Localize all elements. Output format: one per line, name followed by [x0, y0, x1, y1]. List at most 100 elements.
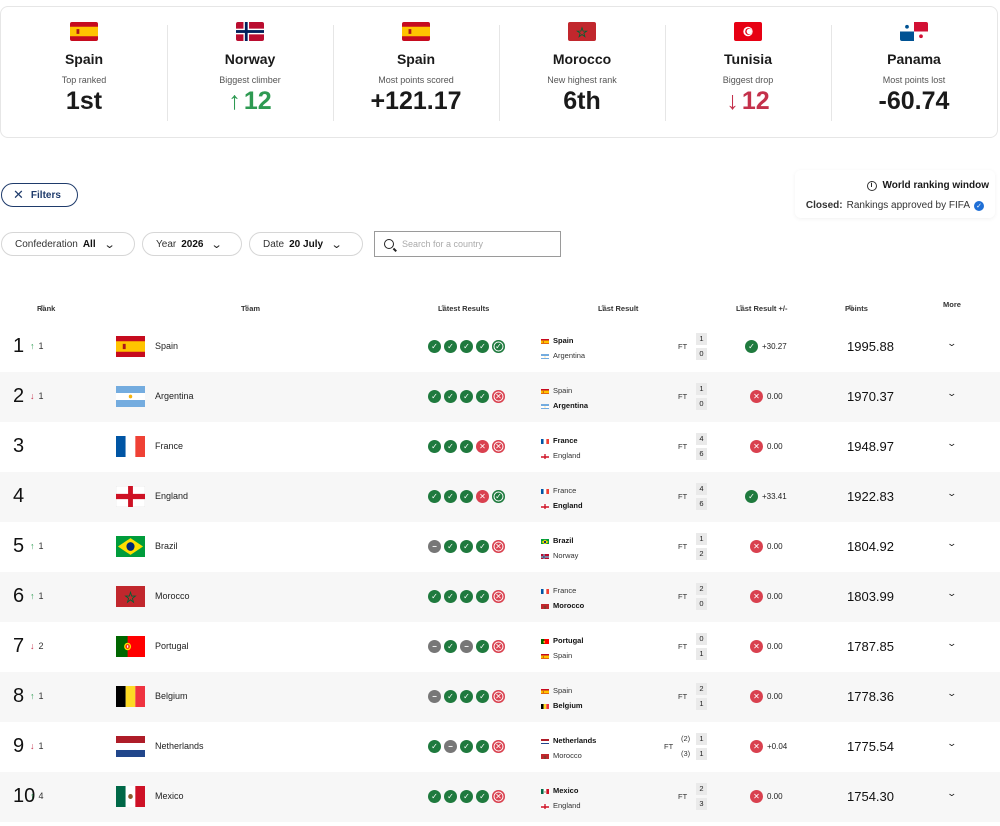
win-icon[interactable]: ✓: [428, 440, 441, 453]
chevron-down-icon[interactable]: ⌄: [946, 438, 957, 449]
loss-last-icon[interactable]: ✕: [492, 590, 505, 603]
team-name[interactable]: Morocco: [155, 591, 190, 601]
chevron-down-icon[interactable]: ⌄: [946, 738, 957, 749]
win-icon[interactable]: ✓: [476, 790, 489, 803]
draw-icon[interactable]: −: [428, 690, 441, 703]
win-icon[interactable]: ✓: [460, 790, 473, 803]
table-row[interactable]: 1 ↑ 1 Spain ✓ ✓ ✓ ✓ ✓ Spain Argentina FT 1 0 …: [0, 322, 1000, 372]
loss-last-icon[interactable]: ✕: [492, 540, 505, 553]
home-score: 2: [696, 783, 707, 795]
team-name[interactable]: Brazil: [155, 541, 178, 551]
summary-card-most-points-scored[interactable]: Spain Most points scored +121.17: [333, 7, 499, 137]
loss-icon: ✕: [750, 540, 763, 553]
win-icon[interactable]: ✓: [476, 640, 489, 653]
win-icon[interactable]: ✓: [460, 590, 473, 603]
loss-last-icon[interactable]: ✕: [492, 790, 505, 803]
team-name[interactable]: Spain: [155, 341, 178, 351]
win-icon[interactable]: ✓: [444, 640, 457, 653]
info-icon[interactable]: i: [866, 180, 877, 191]
team-name[interactable]: Portugal: [155, 641, 189, 651]
summary-card-most-points-lost[interactable]: Panama Most points lost -60.74: [831, 7, 997, 137]
win-icon[interactable]: ✓: [428, 390, 441, 403]
team-name[interactable]: Belgium: [155, 691, 188, 701]
away-score: 6: [696, 448, 707, 460]
table-row[interactable]: 6 ↑ 1 Morocco ✓ ✓ ✓ ✓ ✕ France Morocco FT 2 0…: [0, 572, 1000, 622]
win-icon[interactable]: ✓: [460, 390, 473, 403]
win-icon[interactable]: ✓: [428, 740, 441, 753]
loss-icon[interactable]: ✕: [476, 490, 489, 503]
win-icon[interactable]: ✓: [444, 390, 457, 403]
search-input[interactable]: Search for a country: [374, 231, 561, 257]
ranking-window-box: i World ranking window Closed: Rankings …: [795, 170, 995, 218]
win-icon[interactable]: ✓: [428, 590, 441, 603]
team-name[interactable]: France: [155, 441, 183, 451]
team-name[interactable]: Argentina: [155, 391, 194, 401]
win-icon[interactable]: ✓: [476, 390, 489, 403]
win-icon[interactable]: ✓: [476, 340, 489, 353]
team-name[interactable]: Netherlands: [155, 741, 204, 751]
table-row[interactable]: 9 ↓ 1 Netherlands ✓ − ✓ ✓ ✕ Netherlands Moroc…: [0, 722, 1000, 772]
table-row[interactable]: 4 England ✓ ✓ ✓ ✕ ✓ France England FT 4 6 ✓ …: [0, 472, 1000, 522]
table-row[interactable]: 2 ↓ 1 Argentina ✓ ✓ ✓ ✓ ✕ Spain Argentina FT …: [0, 372, 1000, 422]
win-icon[interactable]: ✓: [460, 440, 473, 453]
team-name[interactable]: England: [155, 491, 188, 501]
chevron-down-icon[interactable]: ⌄: [946, 588, 957, 599]
last-result-teams: France England: [541, 433, 581, 463]
full-time-label: FT: [678, 692, 688, 701]
summary-card-top-ranked[interactable]: Spain Top ranked 1st: [1, 7, 167, 137]
chevron-down-icon[interactable]: ⌄: [946, 688, 957, 699]
chevron-down-icon[interactable]: ⌄: [946, 638, 957, 649]
year-dropdown[interactable]: Year 2026 ⌄: [142, 232, 242, 256]
confederation-dropdown[interactable]: Confederation All ⌄: [1, 232, 135, 256]
win-icon[interactable]: ✓: [460, 690, 473, 703]
win-icon[interactable]: ✓: [460, 540, 473, 553]
win-icon[interactable]: ✓: [444, 490, 457, 503]
draw-icon[interactable]: −: [428, 540, 441, 553]
win-last-icon[interactable]: ✓: [492, 490, 505, 503]
win-icon[interactable]: ✓: [428, 790, 441, 803]
summary-card-biggest-drop[interactable]: Tunisia Biggest drop ↓ 12: [665, 7, 831, 137]
win-icon[interactable]: ✓: [476, 590, 489, 603]
win-icon[interactable]: ✓: [444, 440, 457, 453]
draw-icon[interactable]: −: [460, 640, 473, 653]
draw-icon[interactable]: −: [444, 740, 457, 753]
latest-results: ✓ ✓ ✓ ✓ ✕: [428, 590, 505, 603]
chevron-down-icon[interactable]: ⌄: [946, 388, 957, 399]
chevron-down-icon[interactable]: ⌄: [946, 488, 957, 499]
date-dropdown[interactable]: Date 20 July ⌄: [249, 232, 363, 256]
loss-last-icon[interactable]: ✕: [492, 440, 505, 453]
table-row[interactable]: 10 ↑ 4 Mexico ✓ ✓ ✓ ✓ ✕ Mexico England FT 2 3…: [0, 772, 1000, 822]
summary-card-new-highest-rank[interactable]: Morocco New highest rank 6th: [499, 7, 665, 137]
win-icon[interactable]: ✓: [460, 740, 473, 753]
chevron-down-icon[interactable]: ⌄: [946, 338, 957, 349]
win-last-icon[interactable]: ✓: [492, 340, 505, 353]
loss-last-icon[interactable]: ✕: [492, 640, 505, 653]
win-icon[interactable]: ✓: [444, 790, 457, 803]
loss-last-icon[interactable]: ✕: [492, 690, 505, 703]
summary-card-biggest-climber[interactable]: Norway Biggest climber ↑ 12: [167, 7, 333, 137]
win-icon[interactable]: ✓: [444, 540, 457, 553]
draw-icon[interactable]: −: [428, 640, 441, 653]
filters-button[interactable]: ✕ Filters: [1, 183, 78, 207]
win-icon[interactable]: ✓: [444, 590, 457, 603]
win-icon[interactable]: ✓: [444, 340, 457, 353]
sort-icon: ⇅: [848, 305, 854, 312]
win-icon[interactable]: ✓: [444, 690, 457, 703]
win-icon[interactable]: ✓: [476, 690, 489, 703]
win-icon[interactable]: ✓: [428, 490, 441, 503]
table-row[interactable]: 7 ↓ 2 Portugal − ✓ − ✓ ✕ Portugal Spain FT 0 …: [0, 622, 1000, 672]
loss-last-icon[interactable]: ✕: [492, 740, 505, 753]
chevron-down-icon[interactable]: ⌄: [946, 538, 957, 549]
chevron-down-icon[interactable]: ⌄: [946, 788, 957, 799]
win-icon[interactable]: ✓: [476, 540, 489, 553]
loss-last-icon[interactable]: ✕: [492, 390, 505, 403]
win-icon[interactable]: ✓: [460, 490, 473, 503]
table-row[interactable]: 3 France ✓ ✓ ✓ ✕ ✕ France England FT 4 6 ✕ 0…: [0, 422, 1000, 472]
table-row[interactable]: 5 ↑ 1 Brazil − ✓ ✓ ✓ ✕ Brazil Norway FT 1 2 ✕…: [0, 522, 1000, 572]
win-icon[interactable]: ✓: [428, 340, 441, 353]
team-name[interactable]: Mexico: [155, 791, 184, 801]
win-icon[interactable]: ✓: [460, 340, 473, 353]
loss-icon[interactable]: ✕: [476, 440, 489, 453]
table-row[interactable]: 8 ↑ 1 Belgium − ✓ ✓ ✓ ✕ Spain Belgium FT 2 1 …: [0, 672, 1000, 722]
win-icon[interactable]: ✓: [476, 740, 489, 753]
